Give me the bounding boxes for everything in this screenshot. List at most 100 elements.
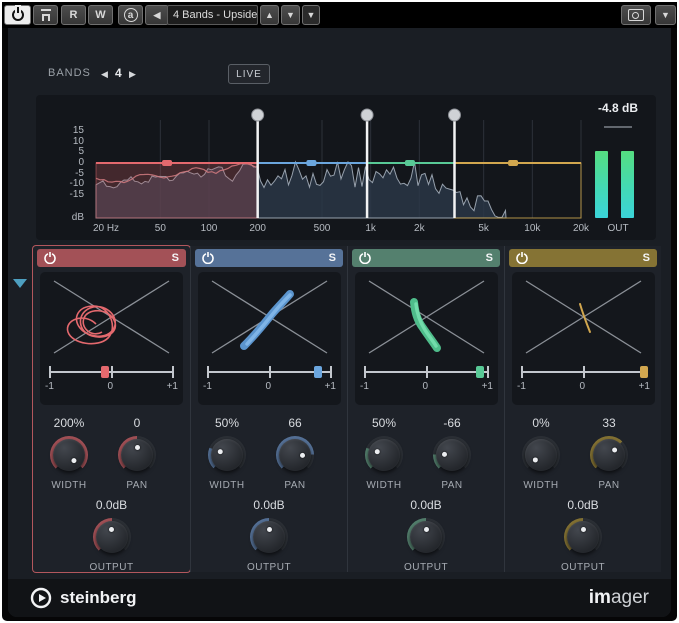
plugin-power-button[interactable] [4, 5, 31, 25]
preset-next-button[interactable]: ▼ [281, 5, 300, 25]
read-automation-button[interactable]: R [61, 5, 86, 25]
band-1-header: S [37, 249, 186, 267]
width-knob[interactable] [522, 436, 560, 474]
width-value: 200% [54, 416, 85, 432]
band-gain-marker[interactable] [306, 160, 316, 166]
scale-min: -1 [203, 381, 212, 392]
db-tick: 0 [52, 157, 84, 168]
up-triangle-icon: ▲ [265, 11, 274, 20]
preset-menu-button[interactable]: ▼ [302, 5, 320, 25]
band-solo-button[interactable]: S [329, 253, 336, 264]
band-3-vectorscope: -1 0 +1 [355, 272, 498, 405]
width-knob[interactable] [50, 436, 88, 474]
band-solo-button[interactable]: S [643, 253, 650, 264]
pan-knob[interactable] [118, 436, 156, 474]
bypass-icon [40, 9, 52, 21]
pan-knob[interactable] [433, 436, 471, 474]
pan-value: 33 [602, 416, 615, 432]
width-label: WIDTH [51, 480, 86, 491]
vectorscope-display [512, 274, 655, 360]
output-label: OUTPUT [247, 562, 291, 573]
width-knob[interactable] [365, 436, 403, 474]
freq-tick: 20k [573, 223, 589, 234]
correlation-meter [207, 366, 332, 378]
db-tick: -15 [52, 189, 84, 200]
live-button[interactable]: LIVE [228, 64, 270, 84]
scale-min: -1 [45, 381, 54, 392]
freq-tick: 100 [201, 223, 218, 234]
bands-increase-button[interactable]: ▶ [129, 69, 136, 80]
crossover-handle-knob[interactable] [252, 109, 264, 121]
pan-label: PAN [441, 480, 462, 491]
band-power-button[interactable] [202, 252, 214, 264]
write-automation-button[interactable]: W [88, 5, 113, 25]
snapshot-button[interactable] [621, 5, 651, 25]
correlation-marker [476, 366, 484, 378]
correlation-scale: -1 0 +1 [45, 381, 178, 392]
correlation-meter [521, 366, 646, 378]
band-power-button[interactable] [359, 252, 371, 264]
scale-max: +1 [325, 381, 336, 392]
pan-label: PAN [126, 480, 147, 491]
bypass-button[interactable] [33, 5, 58, 25]
down-triangle-icon: ▼ [286, 11, 295, 20]
dropdown-icon: ▼ [661, 11, 670, 20]
steinberg-brand: steinberg [30, 587, 137, 609]
width-knob[interactable] [208, 436, 246, 474]
width-label: WIDTH [523, 480, 558, 491]
output-knob[interactable] [407, 518, 445, 556]
scale-min: -1 [360, 381, 369, 392]
db-tick: 10 [52, 136, 84, 147]
correlation-meter [49, 366, 174, 378]
band-4-header: S [509, 249, 657, 267]
freq-tick: 5k [478, 223, 489, 234]
spectrum-plot [36, 95, 596, 240]
meter-scale-mark [604, 126, 632, 128]
a-circle-icon: a [124, 8, 138, 22]
back-arrow-button[interactable]: ◀ [145, 5, 169, 25]
band-3-header: S [352, 249, 500, 267]
band-solo-button[interactable]: S [172, 253, 179, 264]
vectorscope-display [40, 274, 183, 360]
window-menu-button[interactable]: ▼ [655, 5, 676, 25]
pan-value: -66 [443, 416, 460, 432]
crossover-handle-knob[interactable] [448, 109, 460, 121]
band-4-vectorscope: -1 0 +1 [512, 272, 655, 405]
pan-knob[interactable] [590, 436, 628, 474]
band-panel-4: S -1 0 +1 0% WIDTH 33 [504, 246, 661, 572]
automation-button[interactable]: a [118, 5, 143, 25]
steinberg-logo-icon [30, 587, 52, 609]
output-knob[interactable] [250, 518, 288, 556]
output-knob[interactable] [564, 518, 602, 556]
vectorscope-display [355, 274, 498, 360]
bands-decrease-button[interactable]: ◀ [101, 69, 108, 80]
width-value: 0% [532, 416, 549, 432]
band-2-vectorscope: -1 0 +1 [198, 272, 341, 405]
band-power-button[interactable] [516, 252, 528, 264]
band-power-button[interactable] [44, 252, 56, 264]
camera-icon [628, 9, 644, 21]
band-gain-marker[interactable] [162, 160, 172, 166]
pan-knob[interactable] [276, 436, 314, 474]
band-panel-3: S -1 0 +1 50% WIDTH -66 [347, 246, 504, 572]
scale-mid: 0 [579, 381, 585, 392]
output-value: 0.0dB [96, 498, 127, 514]
correlation-marker [640, 366, 648, 378]
band-gain-marker[interactable] [405, 160, 415, 166]
band-gain-marker[interactable] [508, 160, 518, 166]
dropdown-icon: ▼ [307, 11, 316, 20]
output-knob[interactable] [93, 518, 131, 556]
preset-selector[interactable]: 4 Bands - Upside Down [167, 5, 258, 25]
scale-max: +1 [482, 381, 493, 392]
band-panel-2: S -1 0 +1 50% WIDTH 66 [190, 246, 347, 572]
crossover-handle-knob[interactable] [361, 109, 373, 121]
band-panel-1: S -1 0 +1 200% WIDTH 0 [33, 246, 190, 572]
output-value: 0.0dB [567, 498, 598, 514]
band-solo-button[interactable]: S [486, 253, 493, 264]
freq-tick: 2k [414, 223, 425, 234]
vectorscope-display [198, 274, 341, 360]
expand-panel-arrow[interactable] [13, 279, 27, 288]
pan-value: 66 [288, 416, 301, 432]
preset-prev-button[interactable]: ▲ [260, 5, 279, 25]
meter-bar-left [595, 151, 608, 218]
